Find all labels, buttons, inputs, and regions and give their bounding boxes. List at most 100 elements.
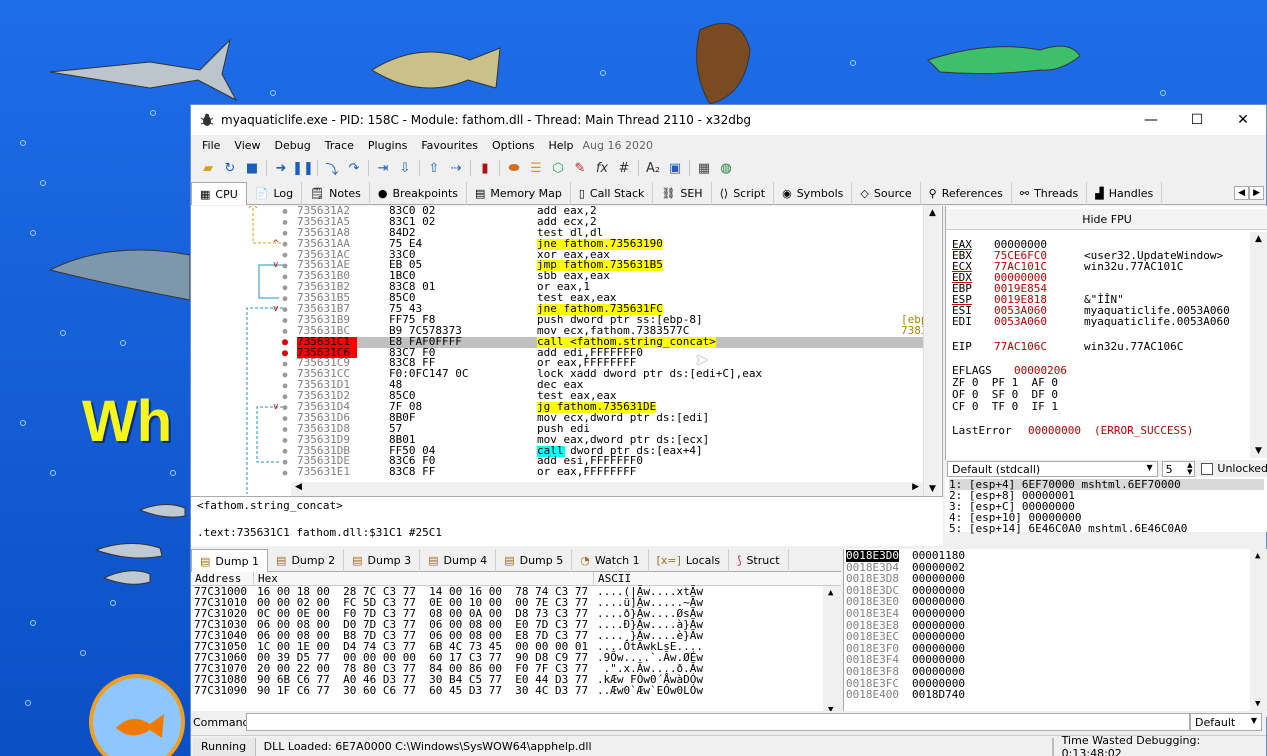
unlocked-checkbox[interactable] — [1201, 462, 1214, 475]
gutter-dot[interactable] — [282, 285, 288, 291]
stop-icon[interactable]: ■ — [241, 158, 263, 178]
font-icon[interactable]: A₂ — [642, 158, 664, 178]
command-mode-select[interactable]: Default ▼ — [1190, 713, 1262, 731]
tab-script[interactable]: ⟨⟩ Script — [712, 182, 775, 205]
tab-symbols[interactable]: ◉ Symbols — [774, 182, 853, 205]
scroll-up-icon[interactable]: ▲ — [1255, 551, 1260, 561]
chevron-right-icon[interactable]: ▶ — [1249, 186, 1264, 200]
gutter-dot[interactable] — [282, 438, 288, 443]
gutter-dot[interactable] — [282, 263, 288, 269]
dump-tab-struct[interactable]: ⟆ Struct — [729, 549, 789, 572]
tab-memory-map[interactable]: ▤ Memory Map — [467, 182, 571, 205]
patch-icon[interactable]: ⬬ — [503, 158, 525, 178]
dump-tab-dump-2[interactable]: ▤ Dump 2 — [268, 549, 345, 572]
menu-favourites[interactable]: Favourites — [421, 139, 478, 152]
dump-tab-watch-1[interactable]: ◔ Watch 1 — [572, 549, 649, 572]
dump-tab-locals[interactable]: [x=] Locals — [649, 549, 730, 572]
tab-references[interactable]: ⚲ References — [921, 182, 1012, 205]
stack-row[interactable]: 0018E3F8 00000000 — [844, 666, 1267, 678]
tab-breakpoints[interactable]: ● Breakpoints — [370, 182, 467, 205]
gutter-dot[interactable] — [282, 383, 288, 389]
restart-icon[interactable]: ↻ — [219, 158, 241, 178]
gutter-dot[interactable] — [282, 241, 288, 247]
open-icon[interactable]: ▰ — [197, 158, 219, 178]
dump-tab-dump-4[interactable]: ▤ Dump 4 — [420, 549, 497, 572]
stack-scrollbar[interactable]: ▲ ▼ — [1250, 549, 1267, 711]
tab-scroll-buttons[interactable]: ◀ ▶ — [1234, 182, 1266, 204]
registers-scrollbar[interactable]: ▲ ▼ — [1250, 232, 1267, 458]
hash-icon[interactable]: # — [613, 158, 635, 178]
stack-row[interactable]: 0018E3E0 00000000 — [844, 596, 1267, 608]
gutter-dot[interactable] — [282, 220, 288, 225]
scroll-down-icon[interactable]: ▼ — [929, 484, 936, 494]
scroll-up-icon[interactable]: ▲ — [929, 208, 936, 218]
dump-tab-dump-3[interactable]: ▤ Dump 3 — [344, 549, 421, 572]
gutter-dot[interactable] — [282, 470, 288, 476]
gutter-dot[interactable] — [282, 318, 288, 323]
dump-row[interactable]: 77C31090 90 1F C6 77 30 60 C6 77 60 45 D3… — [191, 685, 841, 696]
register-value[interactable]: 00000000 — [1028, 424, 1081, 437]
dump-scrollbar[interactable]: ▲ ▼ — [823, 586, 841, 717]
dump-tab-dump-5[interactable]: ▤ Dump 5 — [496, 549, 573, 572]
gutter-dot[interactable] — [282, 394, 288, 400]
stack-arg-row[interactable]: 5: [esp+14] 6E46C0A0 mshtml.6E46C0A0 — [949, 523, 1264, 534]
tab-threads[interactable]: ⚯ Threads — [1012, 182, 1088, 205]
stack-row[interactable]: 0018E3F0 00000000 — [844, 643, 1267, 655]
gutter-dot[interactable] — [282, 296, 288, 302]
register-value[interactable]: 0053A060 — [994, 315, 1047, 328]
run-to-user-icon[interactable]: ⇢ — [445, 158, 467, 178]
stack-row[interactable]: 0018E3D8 00000000 — [844, 573, 1267, 585]
stack-arguments[interactable]: 1: [esp+4] 6EF70000 mshtml.6EF70000 2: [e… — [945, 477, 1267, 534]
stack-row[interactable]: 0018E400 0018D740 — [844, 689, 1267, 701]
stack-view[interactable]: 0018E3D0 00001180 0018E3D4 00000002 0018E3D8… — [843, 549, 1267, 717]
tab-handles[interactable]: ▟ Handles — [1087, 182, 1163, 205]
scroll-up-icon[interactable]: ▲ — [828, 588, 833, 598]
step-over-icon[interactable]: ↷ — [343, 158, 365, 178]
tab-source[interactable]: ◇ Source — [852, 182, 921, 205]
globe-icon[interactable]: ◍ — [715, 158, 737, 178]
breakpoint-icon[interactable] — [282, 339, 288, 346]
close-button[interactable]: ✕ — [1220, 105, 1266, 135]
trace-over-icon[interactable]: ⇩ — [394, 158, 416, 178]
scroll-down-icon[interactable]: ▼ — [1255, 699, 1260, 709]
dump-tab-dump-1[interactable]: ▤ Dump 1 — [191, 549, 269, 572]
step-into-icon[interactable]: ⤵ — [321, 158, 343, 178]
scroll-left-icon[interactable]: ◀ — [295, 482, 302, 492]
preferences-icon[interactable]: ▣ — [664, 158, 686, 178]
hide-fpu-button[interactable]: Hide FPU — [946, 209, 1267, 230]
pause-icon[interactable]: ❚❚ — [292, 158, 314, 178]
scroll-right-icon[interactable]: ▶ — [912, 482, 919, 492]
gutter-dot[interactable] — [282, 252, 288, 258]
tab-log[interactable]: 📄 Log — [247, 182, 303, 205]
flags-row[interactable]: CF 0 TF 0 IF 1 — [952, 400, 1058, 413]
maximize-button[interactable]: ☐ — [1174, 105, 1220, 135]
breakpoint-icon[interactable] — [282, 350, 288, 357]
stack-row[interactable]: 0018E3EC 00000000 — [844, 631, 1267, 643]
menu-plugins[interactable]: Plugins — [368, 139, 407, 152]
tab-call-stack[interactable]: ▯ Call Stack — [571, 182, 654, 205]
gutter-dot[interactable] — [282, 230, 288, 236]
scylla-icon[interactable]: ▮ — [474, 158, 496, 178]
run-to-return-icon[interactable]: ⇧ — [423, 158, 445, 178]
scroll-up-icon[interactable]: ▲ — [1255, 234, 1262, 244]
menu-help[interactable]: Help — [548, 139, 573, 152]
stack-row[interactable]: 0018E3E8 00000000 — [844, 619, 1267, 632]
gutter-dot[interactable] — [282, 329, 288, 334]
gutter-dot[interactable] — [282, 405, 288, 411]
tab-seh[interactable]: ⛓ SEH — [653, 182, 712, 205]
chevron-left-icon[interactable]: ◀ — [1234, 186, 1250, 200]
disasm-row[interactable]: 735631E1 83C8 FF or eax,FFFFFFFF — [297, 466, 923, 478]
gutter-dot[interactable] — [282, 307, 288, 312]
minimize-button[interactable]: — — [1128, 105, 1174, 135]
run-icon[interactable]: ➜ — [270, 158, 292, 178]
horizontal-scrollbar[interactable]: ◀ ▶ — [291, 482, 923, 496]
title-bar[interactable]: myaquaticlife.exe - PID: 158C - Module: … — [191, 105, 1266, 135]
gutter-dot[interactable] — [282, 416, 288, 421]
command-input[interactable] — [246, 713, 1190, 731]
calculator-icon[interactable]: ▦ — [693, 158, 715, 178]
gutter-dot[interactable] — [282, 427, 288, 432]
gutter-dot[interactable] — [282, 372, 288, 378]
stack-row[interactable]: 0018E3DC 00000000 — [844, 585, 1267, 597]
calling-convention-select[interactable]: Default (stdcall) ▼ — [947, 460, 1158, 477]
register-value[interactable]: 77AC106C — [994, 340, 1047, 353]
